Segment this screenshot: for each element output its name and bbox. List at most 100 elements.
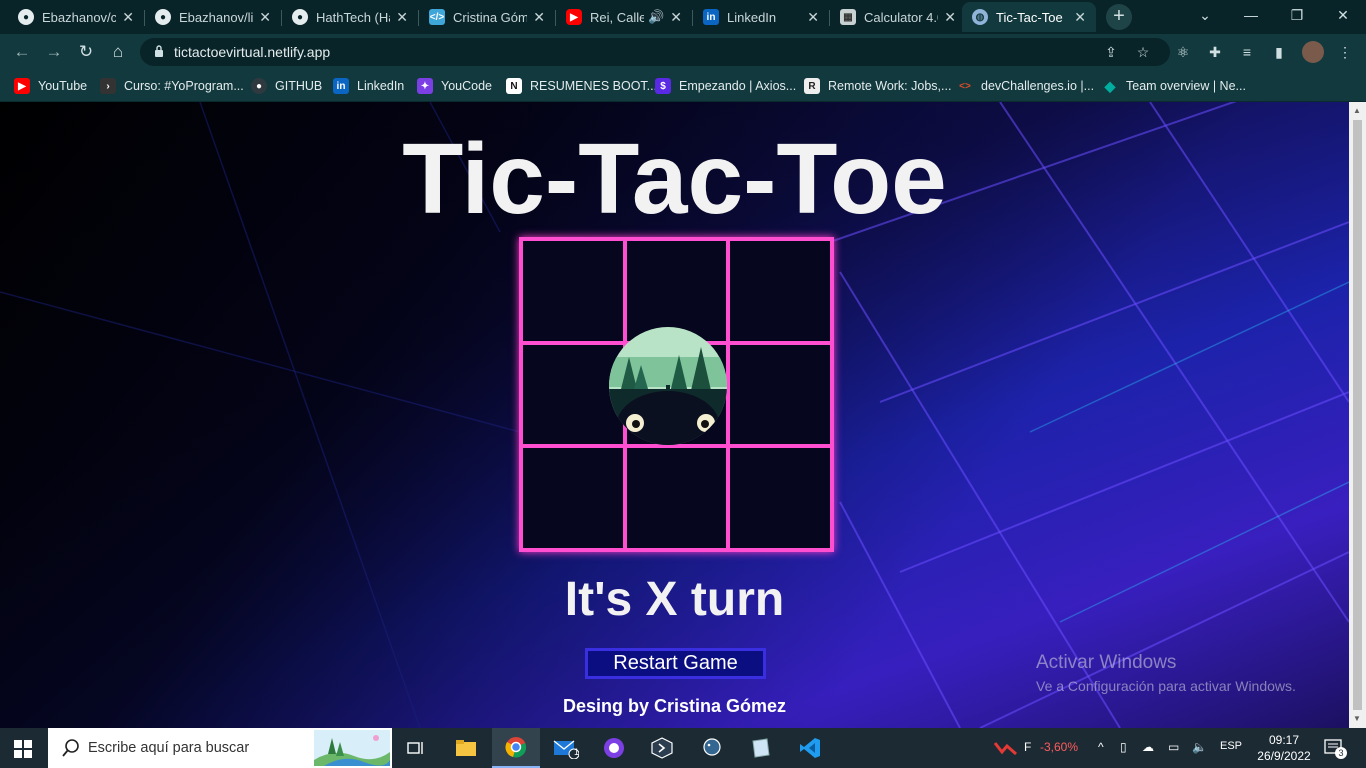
- tab-4[interactable]: ▶ Rei, Calle 🔊 ✕: [556, 2, 692, 32]
- close-icon[interactable]: ✕: [807, 9, 819, 26]
- tab-title: Calculator 4.0: [864, 9, 939, 25]
- bookmark-axios[interactable]: $ Empezando | Axios...: [655, 76, 796, 96]
- tab-3[interactable]: </> Cristina Góm ✕: [419, 2, 555, 32]
- close-window-button[interactable]: ✕: [1320, 0, 1366, 30]
- extensions-icon[interactable]: ✚: [1206, 43, 1224, 61]
- bookmark-star-icon[interactable]: ☆: [1134, 43, 1152, 61]
- react-devtools-icon[interactable]: ⚛: [1174, 43, 1192, 61]
- close-icon[interactable]: ✕: [396, 9, 408, 26]
- media-control-icon[interactable]: ≡: [1238, 43, 1256, 61]
- tab-strip: ● Ebazhanov/c ✕ ● Ebazhanov/lir ✕ ● Hath…: [0, 0, 1366, 34]
- forward-icon[interactable]: →: [44, 42, 64, 62]
- windows-start-icon[interactable]: [14, 740, 32, 758]
- back-icon[interactable]: ←: [12, 42, 32, 62]
- notification-center-icon[interactable]: 3: [1324, 738, 1347, 759]
- bookmark-label: Curso: #YoProgram...: [124, 79, 244, 93]
- scroll-down-icon[interactable]: ▼: [1353, 714, 1361, 723]
- bookmark-remote-work[interactable]: R Remote Work: Jobs,...: [804, 76, 951, 96]
- board-cell[interactable]: [624, 239, 729, 343]
- linkedin-icon: in: [703, 9, 719, 25]
- tab-7-active[interactable]: ◍ Tic-Tac-Toe ✕: [962, 2, 1096, 32]
- volume-icon[interactable]: 🔈: [1192, 740, 1207, 754]
- menu-icon[interactable]: ⋮: [1336, 43, 1354, 61]
- search-placeholder: Escribe aquí para buscar: [88, 740, 250, 756]
- restore-button[interactable]: ❐: [1274, 0, 1320, 30]
- linkedin-icon: in: [333, 78, 349, 94]
- scrollbar-thumb[interactable]: [1353, 120, 1362, 710]
- game-board: [519, 237, 834, 552]
- chevron-up-icon[interactable]: ^: [1098, 740, 1104, 754]
- taskbar-search[interactable]: Escribe aquí para buscar: [48, 728, 392, 768]
- tab-1[interactable]: ● Ebazhanov/lir ✕: [145, 2, 281, 32]
- clock-date: 26/9/2022: [1257, 749, 1311, 763]
- language-indicator[interactable]: ESP: [1220, 740, 1242, 752]
- close-icon[interactable]: ✕: [533, 9, 545, 26]
- windows-activation-watermark: Activar Windows Ve a Configuración para …: [1036, 652, 1296, 694]
- battery-icon[interactable]: ▯: [1120, 740, 1127, 754]
- bookmark-youtube[interactable]: ▶ YouTube: [14, 76, 87, 96]
- new-tab-button[interactable]: +: [1106, 4, 1132, 30]
- tab-2[interactable]: ● HathTech (Ha ✕: [282, 2, 418, 32]
- bookmark-youcode[interactable]: ✦ YouCode: [417, 76, 492, 96]
- vscode-icon[interactable]: [786, 728, 834, 768]
- avatar[interactable]: [1302, 41, 1324, 63]
- address-bar[interactable]: tictactoevirtual.netlify.app ⇪ ☆: [140, 38, 1170, 66]
- chrome-icon[interactable]: [492, 728, 540, 768]
- board-cell[interactable]: [728, 239, 832, 343]
- mail-icon[interactable]: 1: [542, 728, 590, 768]
- github-desktop-icon[interactable]: [590, 728, 638, 768]
- board-cell[interactable]: [521, 239, 625, 343]
- remote-icon: R: [804, 78, 820, 94]
- board-cell[interactable]: [624, 342, 729, 447]
- network-icon[interactable]: ▭: [1168, 740, 1179, 754]
- task-view-icon[interactable]: [392, 728, 440, 768]
- bookmark-linkedin[interactable]: in LinkedIn: [333, 76, 404, 96]
- bookmark-label: RESUMENES BOOT...: [530, 79, 658, 93]
- onedrive-icon[interactable]: ☁: [1142, 740, 1154, 754]
- bookmark-devchallenges[interactable]: <> devChallenges.io |...: [957, 76, 1094, 96]
- scroll-up-icon[interactable]: ▲: [1353, 106, 1361, 115]
- board-cell[interactable]: [624, 446, 729, 550]
- board-cell[interactable]: [728, 342, 832, 447]
- page-scrollbar[interactable]: ▲ ▼: [1349, 102, 1366, 728]
- axios-icon: $: [655, 78, 671, 94]
- bookmark-github[interactable]: ● GITHUB: [251, 76, 322, 96]
- tab-5[interactable]: in LinkedIn ✕: [693, 2, 829, 32]
- board-cell[interactable]: [521, 342, 625, 447]
- tab-title: Rei, Calle: [590, 9, 645, 25]
- bookmark-label: Remote Work: Jobs,...: [828, 79, 952, 93]
- board-cell[interactable]: [728, 446, 832, 550]
- bookmark-curso[interactable]: › Curso: #YoProgram...: [100, 76, 244, 96]
- minimize-button[interactable]: —: [1228, 0, 1274, 30]
- devops-app-icon[interactable]: [638, 728, 686, 768]
- windows-taskbar: Escribe aquí para buscar 1 F -3,60% ^ ▯ …: [0, 728, 1366, 768]
- home-icon[interactable]: ⌂: [108, 42, 128, 62]
- file-explorer-icon[interactable]: [442, 728, 490, 768]
- netlify-icon: ◆: [1104, 77, 1116, 94]
- notes-app-icon[interactable]: [736, 728, 784, 768]
- bookmark-netlify[interactable]: ◆ Team overview | Ne...: [1102, 76, 1246, 96]
- side-panel-icon[interactable]: ▮: [1270, 43, 1288, 61]
- reload-icon[interactable]: ↻: [76, 42, 96, 62]
- github-icon: ●: [155, 9, 171, 25]
- bookmark-resumenes[interactable]: N RESUMENES BOOT...: [506, 76, 657, 96]
- tab-6[interactable]: ▦ Calculator 4.0 ✕: [830, 2, 966, 32]
- notification-count: 3: [1335, 747, 1347, 759]
- board-cell[interactable]: [521, 446, 625, 550]
- restart-game-button[interactable]: Restart Game: [585, 648, 766, 679]
- clock[interactable]: 09:17 26/9/2022: [1252, 732, 1316, 764]
- close-icon[interactable]: ✕: [122, 9, 134, 26]
- tab-search-icon[interactable]: ⌄: [1182, 0, 1228, 30]
- close-icon[interactable]: ✕: [259, 9, 271, 26]
- postgresql-icon[interactable]: [688, 728, 736, 768]
- share-icon[interactable]: ⇪: [1102, 43, 1120, 61]
- stock-chart-icon[interactable]: [994, 740, 1018, 756]
- close-icon[interactable]: ✕: [670, 9, 682, 26]
- bookmark-label: LinkedIn: [357, 79, 405, 93]
- speaker-icon[interactable]: 🔊: [648, 9, 664, 25]
- bookmark-label: Team overview | Ne...: [1126, 79, 1246, 93]
- bookmarks-bar: ▶ YouTube › Curso: #YoProgram... ● GITHU…: [0, 70, 1366, 102]
- close-icon[interactable]: ✕: [944, 9, 956, 26]
- tab-0[interactable]: ● Ebazhanov/c ✕: [8, 2, 144, 32]
- close-icon[interactable]: ✕: [1074, 9, 1086, 26]
